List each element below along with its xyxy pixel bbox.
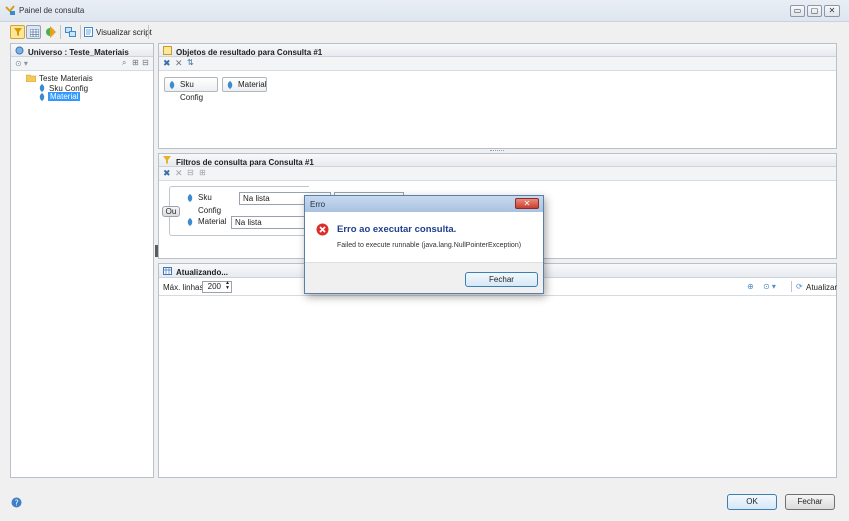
filter-object-label: Material: [198, 217, 227, 226]
query-panel-icon: [5, 5, 15, 15]
grid-toggle-button[interactable]: [26, 25, 41, 39]
result-objects-panel: Objetos de resultado para Consulta #1 ✖ …: [158, 43, 837, 149]
result-object-label: Sku Config: [180, 80, 204, 102]
sort-icon[interactable]: ⇅: [187, 58, 194, 67]
dimension-leaf-icon: [39, 93, 45, 101]
splitter-grip[interactable]: [490, 150, 504, 152]
remove-all-filters-icon[interactable]: ✖: [163, 168, 171, 179]
tree-item-material[interactable]: Material: [48, 92, 81, 101]
dimension-leaf-icon: [39, 84, 45, 92]
result-objects-icon: [163, 46, 172, 55]
window-title: Painel de consulta: [19, 6, 85, 15]
script-icon: [84, 27, 93, 37]
universe-panel-header: Universo : Teste_Materiais: [11, 44, 153, 57]
dimension-leaf-icon: [169, 81, 175, 89]
toolbar-separator: [148, 25, 149, 39]
svg-text:?: ?: [15, 499, 19, 508]
error-icon: [316, 223, 329, 236]
filter-dropdown-icon[interactable]: ⊙ ▾: [15, 59, 28, 68]
filters-toolbar: ✖ ✕ ⊟ ⊞: [159, 167, 836, 181]
export-icon[interactable]: ⊕: [747, 282, 754, 291]
filters-header: Filtros de consulta para Consulta #1: [159, 154, 836, 167]
error-dialog-close-icon[interactable]: ✕: [515, 198, 539, 209]
dimension-leaf-icon: [187, 194, 193, 202]
remove-icon[interactable]: ✕: [175, 58, 183, 69]
window-titlebar: Painel de consulta: [0, 0, 849, 22]
result-object-sku-config[interactable]: Sku Config: [164, 77, 218, 102]
filter-option-icon[interactable]: ⊟: [187, 168, 194, 177]
filter-object-label: Sku Config: [198, 193, 222, 215]
folder-icon: [26, 74, 36, 82]
remove-filter-icon[interactable]: ✕: [175, 168, 183, 179]
result-objects-header: Objetos de resultado para Consulta #1: [159, 44, 836, 57]
tree-root-folder[interactable]: Teste Materiais: [39, 74, 93, 83]
maximize-button[interactable]: ▢: [807, 5, 822, 17]
result-object-label: Material: [238, 80, 267, 89]
remove-all-icon[interactable]: ✖: [163, 58, 171, 69]
toolbar-separator: [791, 281, 792, 292]
funnel-icon: [14, 28, 22, 36]
combined-query-icon[interactable]: [65, 27, 76, 37]
query-properties-icon[interactable]: [44, 26, 56, 38]
help-icon[interactable]: ?: [11, 497, 22, 508]
error-dialog-footer: Fechar: [305, 262, 543, 293]
error-heading: Erro ao executar consulta.: [337, 224, 457, 235]
dimension-leaf-icon: [187, 218, 193, 226]
grid-icon: [30, 29, 39, 37]
view-options-icon[interactable]: ⊙ ▾: [763, 282, 776, 291]
result-objects-toolbar: ✖ ✕ ⇅: [159, 57, 836, 71]
result-objects-title: Objetos de resultado para Consulta #1: [176, 48, 323, 57]
result-object-material[interactable]: Material: [222, 77, 267, 92]
error-dialog-titlebar: Erro ✕: [305, 196, 543, 212]
toolbar-separator: [80, 25, 81, 39]
universe-icon: [15, 46, 24, 55]
or-operator-toggle[interactable]: Ou: [162, 206, 180, 217]
spinner-arrows-icon[interactable]: ▲ ▼: [225, 281, 230, 291]
search-icon[interactable]: ⌕: [122, 58, 126, 68]
minimize-button[interactable]: ▭: [790, 5, 805, 17]
view-script-button[interactable]: Visualizar script: [96, 28, 152, 37]
close-button[interactable]: Fechar: [785, 494, 835, 510]
error-dialog-title: Erro: [310, 200, 326, 209]
table-icon: [163, 267, 172, 275]
universe-toggle-button[interactable]: [10, 25, 25, 39]
error-close-button[interactable]: Fechar: [465, 272, 538, 287]
universe-toolbar: ⊙ ▾ ⌕ ⊞ ⊟: [11, 57, 153, 71]
dimension-leaf-icon: [227, 81, 233, 89]
filter-icon: [163, 156, 171, 164]
window-close-button[interactable]: ✕: [824, 5, 840, 17]
data-preview-panel: Atualizando... Máx. linhas 200 ▲ ▼ ⊕ ⊙ ▾ …: [158, 263, 837, 478]
data-preview-title: Atualizando...: [176, 268, 228, 277]
filters-title: Filtros de consulta para Consulta #1: [176, 158, 314, 167]
expand-all-icon[interactable]: ⊞: [132, 58, 139, 67]
toolbar-separator: [60, 25, 61, 39]
filter-option-icon[interactable]: ⊞: [199, 168, 206, 177]
filter-object-sku-config: Sku Config: [183, 191, 235, 215]
ok-button[interactable]: OK: [727, 494, 777, 510]
error-dialog: Erro ✕ Erro ao executar consulta. Failed…: [304, 195, 544, 294]
refresh-icon: ⟳: [796, 282, 803, 291]
error-message: Failed to execute runnable (java.lang.Nu…: [337, 242, 522, 249]
universe-title: Universo : Teste_Materiais: [28, 48, 129, 57]
universe-panel: Universo : Teste_Materiais ⊙ ▾ ⌕ ⊞ ⊟ Tes…: [10, 43, 154, 478]
refresh-button[interactable]: Atualizar: [806, 283, 837, 292]
filter-object-material: Material: [183, 215, 233, 230]
max-rows-label: Máx. linhas: [163, 283, 204, 292]
collapse-all-icon[interactable]: ⊟: [142, 58, 149, 67]
